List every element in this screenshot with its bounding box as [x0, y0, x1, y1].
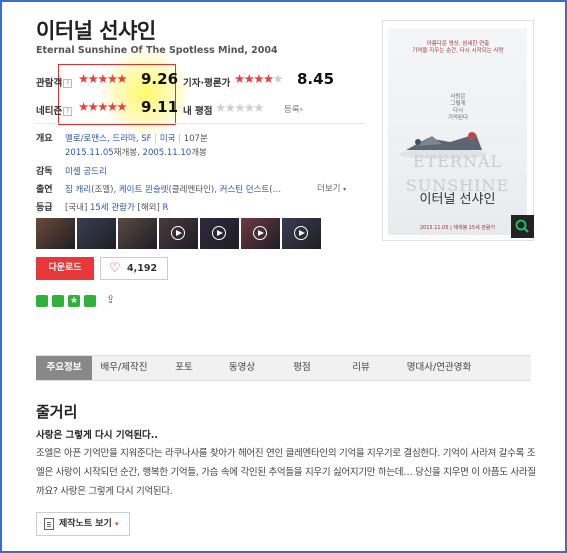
- cast-label: 출연: [36, 185, 53, 195]
- chevron-down-icon: ▾: [114, 520, 119, 528]
- poster-release-date: 2015.11.05 | 재개봉 15세 관람가: [419, 225, 496, 231]
- download-button[interactable]: 다운로드: [36, 257, 94, 280]
- play-icon: [253, 226, 267, 240]
- band-icon[interactable]: [36, 295, 48, 307]
- synopsis-body: 조엘은 아픈 기억만을 지워준다는 라쿠나사를 찾아가 헤어진 연인 클레멘타인…: [36, 448, 536, 497]
- runtime: 107분: [183, 134, 208, 144]
- tab-main-info[interactable]: 주요정보: [36, 356, 92, 380]
- my-rating-register-link[interactable]: 등록›: [284, 103, 303, 115]
- tab-quotes-related[interactable]: 명대사/연관영화: [390, 356, 488, 380]
- poster-title-eternal: ETERNAL: [412, 152, 503, 171]
- synopsis-heading: 줄거리: [36, 403, 78, 421]
- critics-score: 8.45: [297, 70, 335, 88]
- country-link[interactable]: 미국: [160, 134, 176, 144]
- audience-stars: ★★★★★: [78, 71, 128, 86]
- actor-link[interactable]: 커스틴 던스트: [220, 185, 270, 195]
- synopsis-tagline: 사랑은 그렇게 다시 기억된다..: [36, 430, 159, 441]
- movie-title: 이터널 선샤인: [36, 19, 156, 43]
- tab-cast-crew[interactable]: 배우/제작진: [92, 356, 156, 380]
- tab-review[interactable]: 리뷰: [332, 356, 390, 380]
- grade-domestic-link[interactable]: 15세 관람가: [90, 203, 135, 213]
- release-date-link[interactable]: 2005.11.10: [143, 148, 192, 158]
- share-icon[interactable]: ⇪: [106, 293, 115, 306]
- video-thumbnail[interactable]: [159, 218, 198, 249]
- line-icon[interactable]: [52, 295, 64, 307]
- like-button[interactable]: ♡ 4,192: [100, 257, 168, 280]
- overview-genre-country: 멜로/로맨스, 드라마, SF | 미국 | 107분: [65, 134, 208, 144]
- video-thumbnail[interactable]: [282, 218, 321, 249]
- my-rating-stars[interactable]: ★★★★★: [215, 100, 265, 115]
- actor-link[interactable]: 짐 캐리: [65, 185, 91, 195]
- release-dates: 2015.11.05재개봉, 2005.11.10개봉: [65, 148, 207, 158]
- actor-link[interactable]: 케이트 윈슬렛: [119, 185, 169, 195]
- photo-thumbnail[interactable]: [77, 218, 116, 249]
- netizen-stars: ★★★★★: [78, 99, 128, 114]
- overview-label: 개요: [36, 134, 53, 144]
- help-icon[interactable]: ?: [63, 107, 73, 116]
- document-icon: [44, 518, 54, 530]
- media-thumbnail-strip: [36, 218, 321, 249]
- play-icon: [294, 226, 308, 240]
- poster-side-text: 사랑은 그렇게 다시 기억된다: [447, 94, 469, 121]
- netizen-rating-label: 네티즌?: [36, 103, 73, 117]
- audience-score: 9.26: [141, 70, 179, 88]
- divider: [36, 123, 366, 124]
- director-label: 감독: [36, 167, 53, 177]
- release-date-link[interactable]: 2015.11.05: [65, 148, 114, 158]
- content-tabs: 주요정보 배우/제작진 포토 동영상 평점 리뷰 명대사/연관영화: [36, 355, 531, 381]
- help-icon[interactable]: ?: [63, 79, 73, 88]
- poster-credits: [396, 208, 519, 216]
- tab-photo[interactable]: 포토: [156, 356, 212, 380]
- critics-stars: ★★★★★: [234, 71, 284, 86]
- audience-rating-label: 관람객?: [36, 75, 73, 89]
- kakao-icon[interactable]: [84, 295, 96, 307]
- director-value: 미셸 공드리: [65, 165, 107, 177]
- photo-thumbnail[interactable]: [118, 218, 157, 249]
- like-count: 4,192: [127, 263, 158, 274]
- tab-video[interactable]: 동영상: [212, 356, 272, 380]
- cast-more-button[interactable]: 더보기 ▾: [317, 182, 346, 194]
- poster-tagline: 아름다운 영상, 섬세한 연출 기억을 지우는 순간, 다시 시작되는 사랑: [412, 41, 504, 54]
- grade-value: [국내] 15세 관람가 [해외] R: [65, 203, 169, 213]
- play-icon: [171, 226, 185, 240]
- grade-foreign-link[interactable]: R: [162, 203, 168, 213]
- cast-value: 짐 캐리(조엘), 케이트 윈슬렛(클레멘타인), 커스틴 던스트(…: [65, 185, 282, 195]
- director-link[interactable]: 미셸 공드리: [65, 167, 107, 177]
- genre-link[interactable]: 멜로/로맨스, 드라마, SF: [65, 134, 152, 144]
- production-note-button[interactable]: 제작노트 보기 ▾: [36, 512, 130, 536]
- movie-poster[interactable]: 아름다운 영상, 섬세한 연출 기억을 지우는 순간, 다시 시작되는 사랑 사랑…: [388, 28, 527, 235]
- heart-icon: ♡: [109, 261, 121, 276]
- video-thumbnail[interactable]: [241, 218, 280, 249]
- zoom-button[interactable]: [511, 215, 534, 238]
- tab-rating[interactable]: 평점: [272, 356, 332, 380]
- poster-korean-title: 이터널 선샤인: [419, 192, 496, 207]
- critics-rating-label: 기자·평론가: [183, 78, 231, 89]
- grade-label: 등급: [36, 203, 53, 213]
- play-icon: [212, 226, 226, 240]
- my-rating-label: 내 평점: [183, 106, 213, 117]
- star-icon[interactable]: ★: [68, 295, 80, 307]
- photo-thumbnail[interactable]: [36, 218, 75, 249]
- video-thumbnail[interactable]: [200, 218, 239, 249]
- netizen-score: 9.11: [141, 98, 179, 116]
- search-icon: [515, 219, 529, 233]
